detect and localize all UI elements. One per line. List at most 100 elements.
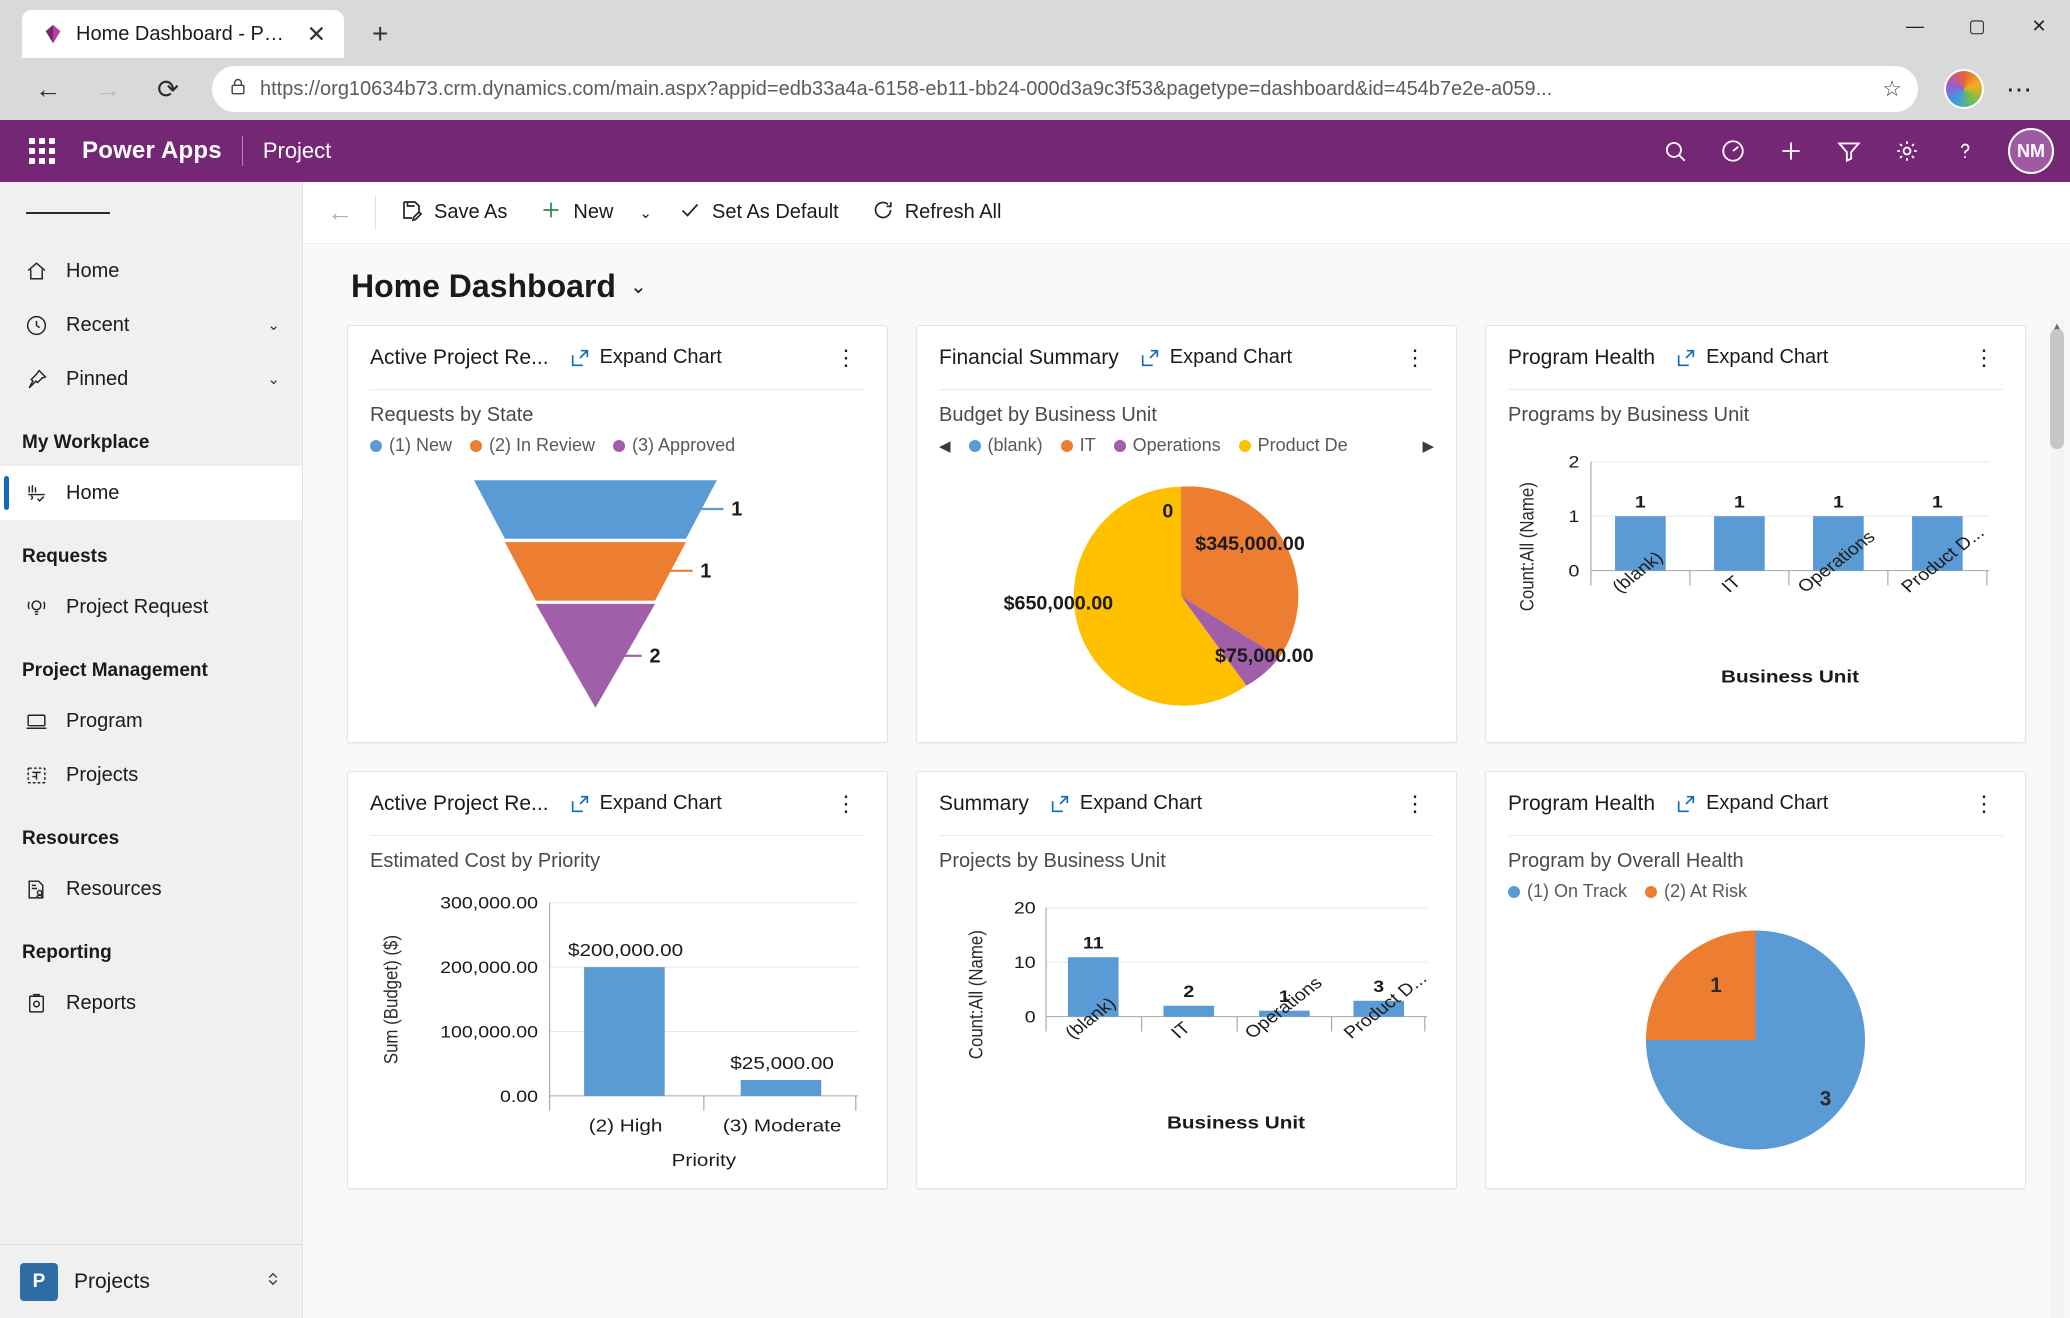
chevron-down-icon[interactable]: ⌄	[267, 370, 280, 388]
sidebar-item-label: Home	[66, 259, 120, 282]
y-axis-label: Sum (Budget) ($)	[379, 935, 402, 1064]
legend-item[interactable]: (3) Approved	[613, 435, 735, 456]
legend-item[interactable]: (1) On Track	[1508, 881, 1627, 902]
legend-swatch	[1060, 439, 1073, 452]
command-back-icon[interactable]: ←	[313, 186, 367, 240]
window-close-icon[interactable]: ✕	[2008, 0, 2070, 52]
new-dropdown-chevron-down-icon[interactable]: ⌄	[629, 189, 662, 237]
legend-label: (2) In Review	[489, 435, 596, 455]
bar-plot-projects[interactable]: Count:All (Name) 20 10 0 11 2 1 3 (blank…	[939, 881, 1434, 1178]
legend-item[interactable]: Product De	[1238, 435, 1348, 456]
maximize-icon[interactable]: ▢	[1946, 0, 2008, 52]
chart-area: Program by Overall Health (1) On Track (…	[1508, 836, 2003, 1178]
browser-profile-avatar[interactable]	[1944, 69, 1984, 109]
chevron-down-icon[interactable]: ⌄	[267, 316, 280, 334]
expand-chart-button[interactable]: Expand Chart	[569, 346, 722, 369]
user-avatar[interactable]: NM	[2008, 128, 2054, 174]
browser-more-icon[interactable]: ⋯	[1992, 74, 2048, 105]
new-button[interactable]: New	[523, 189, 629, 237]
refresh-all-label: Refresh All	[904, 201, 1002, 223]
bookmark-star-icon[interactable]: ☆	[1882, 76, 1902, 102]
y-axis-label: Count:All (Name)	[965, 930, 988, 1059]
legend-item[interactable]: (blank)	[968, 435, 1043, 456]
reload-icon[interactable]: ⟳	[142, 63, 194, 115]
page-title-chevron-down-icon[interactable]: ⌄	[630, 274, 647, 299]
card-overflow-menu-icon[interactable]: ⋮	[1965, 792, 2003, 814]
expand-chart-label: Expand Chart	[1079, 792, 1203, 814]
browser-chrome: Home Dashboard - Power Apps ✕ + — ▢ ✕ ← …	[0, 0, 2070, 120]
card-summary-projects-bar: Summary Expand Chart ⋮ Projects by Busin…	[916, 771, 1457, 1189]
sidebar-item-projects[interactable]: Projects	[0, 748, 302, 802]
browser-tab[interactable]: Home Dashboard - Power Apps ✕	[22, 10, 344, 58]
expand-chart-button[interactable]: Expand Chart	[1675, 792, 1828, 815]
filter-icon[interactable]	[1822, 124, 1876, 178]
sidebar-item-resources[interactable]: Resources	[0, 862, 302, 916]
sidebar-item-program[interactable]: Program	[0, 694, 302, 748]
chevron-updown-icon[interactable]	[264, 1268, 282, 1295]
back-icon[interactable]: ←	[22, 63, 74, 115]
sidebar-item-recent[interactable]: Recent ⌄	[0, 298, 302, 352]
program-icon	[22, 707, 50, 735]
browser-urlbar-row: ← → ⟳ https://org10634b73.crm.dynamics.c…	[0, 58, 2070, 120]
search-icon[interactable]	[1648, 124, 1702, 178]
command-divider	[375, 195, 376, 230]
assistant-icon[interactable]	[1706, 124, 1760, 178]
card-overflow-menu-icon[interactable]: ⋮	[827, 792, 865, 814]
legend-label: (1) On Track	[1527, 881, 1628, 901]
new-tab-button[interactable]: +	[362, 18, 398, 50]
y-tick: 200,000.00	[440, 957, 538, 976]
legend-next-arrow-icon[interactable]: ▶	[1422, 437, 1434, 455]
sidebar-item-pinned[interactable]: Pinned ⌄	[0, 352, 302, 406]
set-as-default-button[interactable]: Set As Default	[662, 189, 855, 237]
sidebar-item-workplace-home[interactable]: Home	[0, 466, 302, 520]
sidebar-collapse-icon[interactable]	[0, 182, 302, 244]
address-bar[interactable]: https://org10634b73.crm.dynamics.com/mai…	[212, 66, 1918, 112]
bar-plot-estimated-cost[interactable]: Sum (Budget) ($) 300,000.00 200,000.00 1…	[370, 881, 865, 1178]
y-tick: 0	[1568, 561, 1579, 580]
add-icon[interactable]	[1764, 124, 1818, 178]
canvas-scrollbar-thumb[interactable]	[2050, 329, 2064, 449]
sidebar-scroll: Home Recent ⌄ Pinned ⌄ My Workplace Home…	[0, 244, 302, 1244]
expand-chart-label: Expand Chart	[599, 792, 722, 814]
pie-plot-health[interactable]: 1 3	[1508, 902, 2003, 1178]
card-overflow-menu-icon[interactable]: ⋮	[827, 346, 865, 368]
legend-item[interactable]: IT	[1060, 435, 1096, 456]
waffle-menu-icon[interactable]	[16, 125, 68, 177]
card-title: Financial Summary	[939, 345, 1119, 369]
main-content: ← Save As New ⌄ Set As Default Refresh A…	[303, 182, 2070, 1318]
card-overflow-menu-icon[interactable]: ⋮	[1396, 346, 1434, 368]
powerapps-brand[interactable]: Power Apps	[82, 137, 222, 165]
sidebar-item-reports[interactable]: Reports	[0, 976, 302, 1030]
bar-it	[1163, 1005, 1215, 1017]
y-tick: 0.00	[500, 1086, 538, 1105]
legend-item[interactable]: (1) New	[370, 435, 452, 456]
pie-plot-budget[interactable]: 0 $345,000.00 $75,000.00 $650,000.00	[939, 456, 1434, 732]
bar-plot-programs[interactable]: Count:All (Name) 2 1 0 1 1 1 1 (blank) I…	[1508, 435, 2003, 732]
sidebar-item-home[interactable]: Home	[0, 244, 302, 298]
funnel-plot[interactable]: 1 1 2	[370, 456, 865, 732]
sidebar-app-switcher[interactable]: P Projects	[0, 1244, 302, 1318]
legend-prev-arrow-icon[interactable]: ◀	[939, 437, 951, 455]
legend-item[interactable]: (2) At Risk	[1645, 881, 1747, 902]
card-program-health-pie: Program Health Expand Chart ⋮ Program by…	[1485, 771, 2026, 1189]
legend-item[interactable]: (2) In Review	[470, 435, 595, 456]
sidebar-group-my-workplace: My Workplace	[22, 432, 150, 453]
legend-item[interactable]: Operations	[1113, 435, 1221, 456]
refresh-all-button[interactable]: Refresh All	[855, 189, 1018, 237]
expand-chart-label: Expand Chart	[599, 346, 722, 368]
expand-chart-button[interactable]: Expand Chart	[569, 792, 722, 815]
save-as-button[interactable]: Save As	[384, 189, 523, 237]
help-icon[interactable]	[1938, 124, 1992, 178]
settings-icon[interactable]	[1880, 124, 1934, 178]
app-name[interactable]: Project	[263, 138, 331, 164]
card-overflow-menu-icon[interactable]: ⋮	[1965, 346, 2003, 368]
close-icon[interactable]: ✕	[301, 21, 332, 48]
canvas-scrollbar-track[interactable]	[2050, 319, 2064, 1318]
sidebar-item-project-request[interactable]: Project Request	[0, 580, 302, 634]
card-overflow-menu-icon[interactable]: ⋮	[1396, 792, 1434, 814]
expand-chart-button[interactable]: Expand Chart	[1139, 346, 1292, 369]
expand-chart-button[interactable]: Expand Chart	[1049, 792, 1202, 815]
bar-value-label: 1	[1932, 492, 1943, 511]
minimize-icon[interactable]: —	[1884, 0, 1946, 52]
expand-chart-button[interactable]: Expand Chart	[1675, 346, 1828, 369]
